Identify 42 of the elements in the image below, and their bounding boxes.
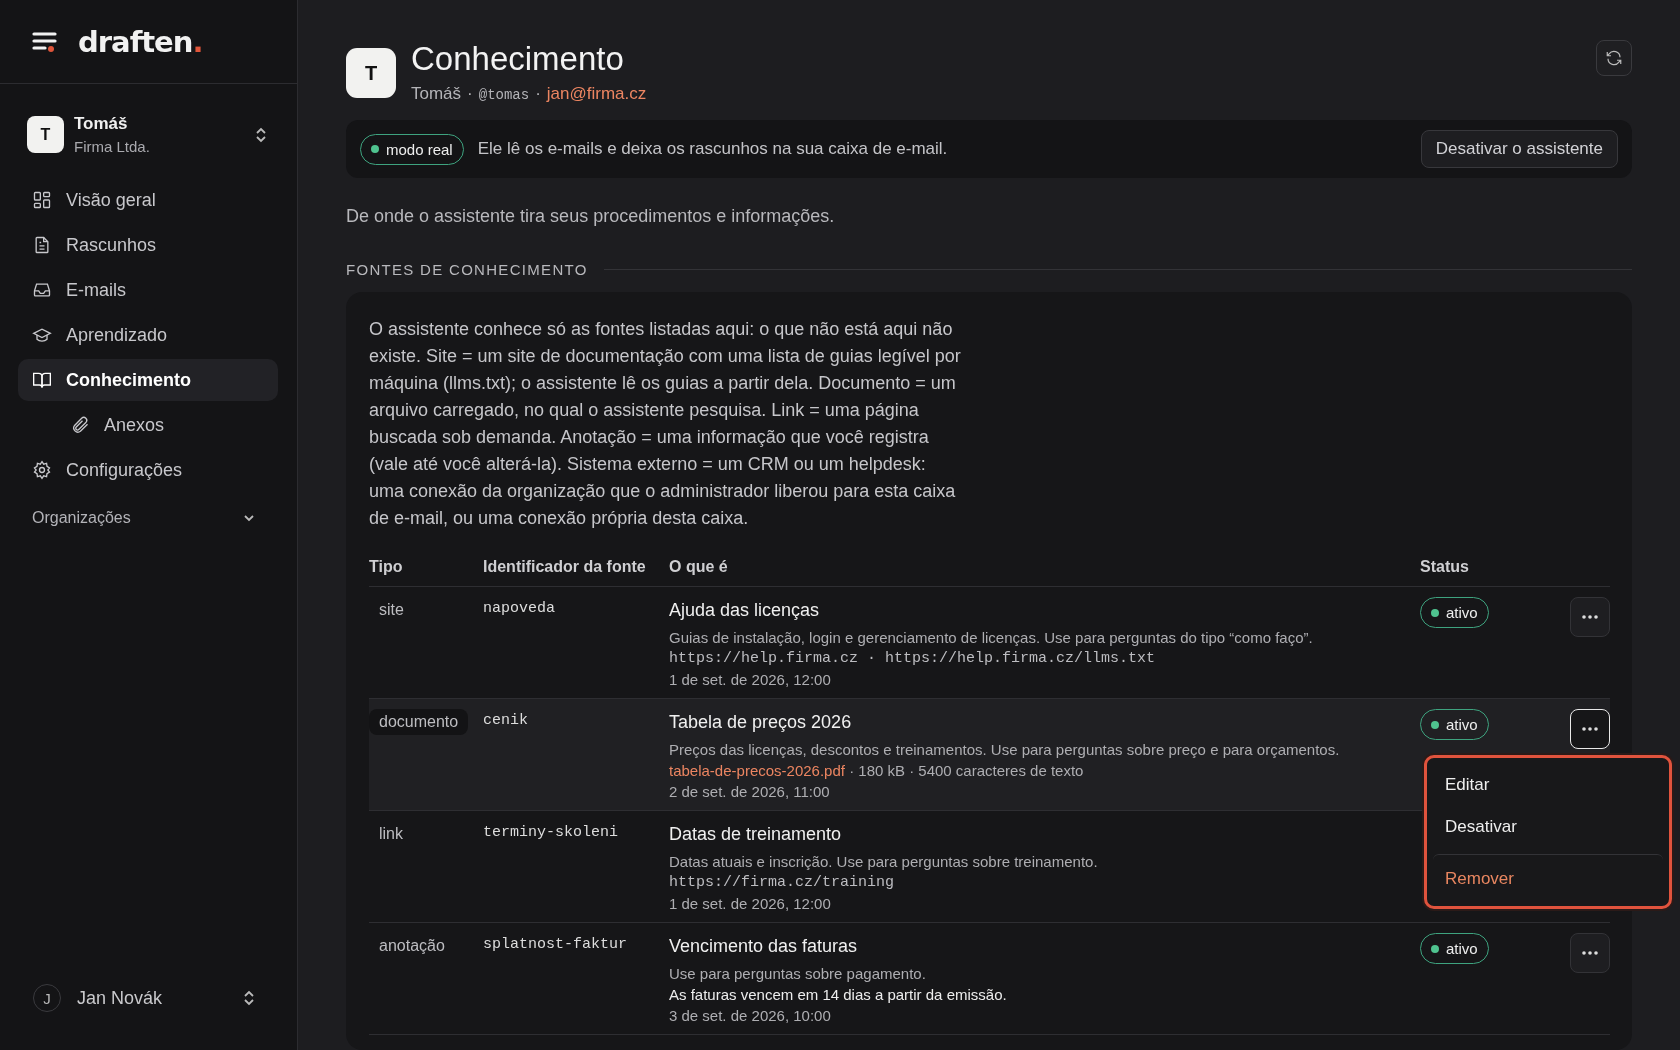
source-type: site (378, 600, 405, 620)
column-header: O que é (669, 557, 729, 577)
source-id: napoveda (483, 599, 556, 617)
app-logo: draften. (78, 24, 203, 59)
source-type: link (378, 824, 404, 844)
source-id: cenik (483, 711, 529, 729)
source-date: 2 de set. de 2026, 11:00 (669, 782, 831, 802)
source-date: 1 de set. de 2026, 12:00 (669, 670, 832, 690)
note-text: As faturas vencem em 14 dias a partir da emissão. (669, 985, 1008, 1005)
source-title: Datas de treinamento (669, 824, 843, 845)
source-type: anotação (378, 936, 446, 956)
separator: · (467, 84, 473, 104)
source-id: splatnost-faktur (483, 935, 629, 953)
source-date: 1 de set. de 2026, 12:00 (669, 894, 832, 914)
account-name: Tomáš (74, 114, 129, 134)
intro-text: O assistente conhece só as fontes listadas aqui: o que não está aqui não existe. Site = um site de documentação com uma lista de guias legível por máquina (llms.txt); o assistente lê os guias a partir dela. Documento = um arquivo carregado, no qual o assistente pesquisa. Link = uma página buscada sob demanda. Anotação = uma informação que você registra (vale até você alterá-la). Sistema externo = um CRM ou um helpdesk: uma conexão da organização que o administrador liberou para esta caixa de e-mail, ou uma conexão própria desta caixa. (369, 318, 962, 530)
source-url: https://firma.cz/training (669, 873, 896, 893)
source-description: Preços das licenças, descontos e treinamentos. Use para perguntas sobre preço e para orçamentos. (669, 740, 1341, 760)
page-title: Conhecimento (411, 40, 625, 78)
owner-handle: @tomas (478, 87, 530, 103)
page-description: De onde o assistente tira seus procedimentos e informações. (346, 206, 836, 227)
organization-name: Firma Ltda. (74, 138, 151, 155)
source-title: Vencimento das faturas (669, 936, 859, 957)
source-description: Datas atuais e inscrição. Use para perguntas sobre treinamento. (669, 852, 1099, 872)
file-info: tabela-de-precos-2026.pdf · 180 kB · 5400 caracteres de texto (669, 761, 1085, 781)
column-header: Identificador da fonte (483, 557, 647, 577)
section-title: FONTES DE CONHECIMENTO (346, 261, 588, 278)
page-avatar: T (346, 48, 396, 98)
column-header: Tipo (369, 557, 404, 577)
source-title: Tabela de preços 2026 (669, 712, 853, 733)
source-type: documento (369, 709, 469, 735)
source-description: Use para perguntas sobre pagamento. (669, 964, 927, 984)
source-description: Guias de instalação, login e gerenciamento de licenças. Use para perguntas do tipo “como faço”. (669, 628, 1314, 648)
source-title: Ajuda das licenças (669, 600, 821, 621)
banner-text: Ele lê os e-mails e deixa os rascunhos na sua caixa de e-mail. (477, 139, 949, 159)
account-avatar: T (27, 116, 64, 153)
source-date: 3 de set. de 2026, 10:00 (669, 1006, 832, 1026)
column-header: Status (1420, 557, 1470, 577)
source-url: https://help.firma.cz · https://help.firma.cz/llms.txt (669, 649, 1157, 669)
separator: · (535, 84, 541, 104)
owner-name: Tomáš (411, 84, 462, 104)
source-id: terminy-skoleni (483, 823, 620, 841)
